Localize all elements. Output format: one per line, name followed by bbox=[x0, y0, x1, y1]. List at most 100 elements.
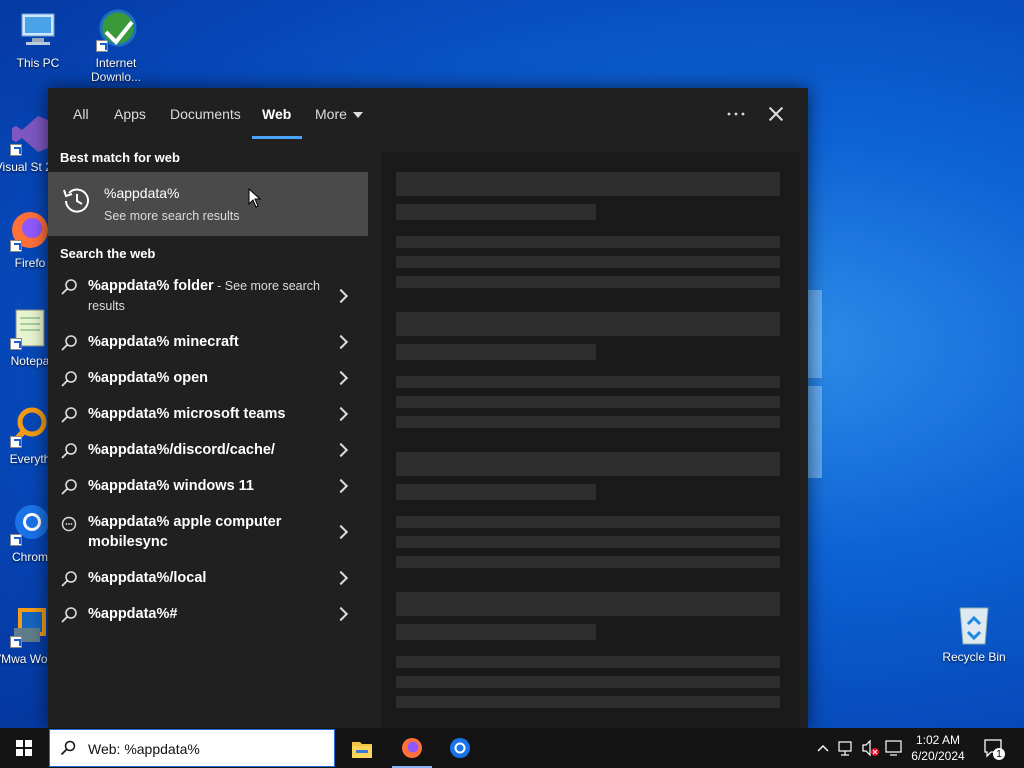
taskbar-search-text: Web: %appdata% bbox=[88, 741, 200, 757]
preview-pane-loading bbox=[382, 152, 800, 728]
loading-placeholder bbox=[396, 312, 780, 336]
search-icon bbox=[61, 279, 77, 295]
chevron-up-icon[interactable] bbox=[814, 728, 832, 768]
chevron-right-icon bbox=[333, 406, 349, 422]
web-result-label: %appdata%/local bbox=[88, 570, 207, 586]
loading-placeholder bbox=[396, 344, 596, 360]
search-icon bbox=[60, 740, 76, 756]
chevron-right-icon bbox=[333, 606, 349, 622]
loading-placeholder bbox=[396, 484, 596, 500]
history-icon bbox=[63, 188, 89, 213]
start-button[interactable] bbox=[0, 728, 48, 768]
web-result-query: %appdata% folder bbox=[88, 278, 214, 294]
folder-icon bbox=[352, 742, 372, 758]
loading-placeholder bbox=[396, 516, 780, 528]
search-icon bbox=[61, 371, 77, 387]
desktop-icon-label: This PC bbox=[16, 56, 60, 70]
windows-logo-icon bbox=[16, 740, 32, 756]
search-tabs: All Apps Documents Web More bbox=[48, 88, 808, 139]
clock-date: 6/20/2024 bbox=[911, 749, 965, 763]
firefox-icon bbox=[402, 738, 422, 758]
close-button[interactable] bbox=[764, 102, 788, 126]
magnifier-icon bbox=[8, 404, 52, 448]
best-match-item[interactable]: %appdata% See more search results bbox=[48, 172, 368, 236]
web-result-label: %appdata% microsoft teams bbox=[88, 406, 286, 422]
loading-placeholder bbox=[396, 236, 780, 248]
chevron-right-icon bbox=[333, 334, 349, 350]
globe-download-icon bbox=[94, 8, 138, 52]
action-center-button[interactable]: 1 bbox=[982, 728, 1006, 768]
loading-placeholder bbox=[396, 172, 780, 196]
web-result-label: %appdata% apple computer mobilesync bbox=[88, 514, 282, 550]
more-options-button[interactable] bbox=[724, 102, 748, 126]
search-icon bbox=[61, 407, 77, 423]
web-result-label: %appdata%# bbox=[88, 606, 178, 622]
desktop-icon-this-pc[interactable]: This PC bbox=[0, 8, 76, 70]
tab-all[interactable]: All bbox=[73, 106, 89, 122]
chevron-right-icon bbox=[333, 288, 349, 304]
loading-placeholder bbox=[396, 592, 780, 616]
web-result-label: %appdata% open bbox=[88, 370, 209, 386]
taskbar-chrome[interactable] bbox=[436, 732, 484, 768]
web-result-row[interactable]: %appdata% windows 11 bbox=[48, 476, 368, 502]
desktop-icon-internet-download-manager[interactable]: Internet Downlo... bbox=[78, 8, 154, 84]
search-panel: All Apps Documents Web More Best match f… bbox=[48, 88, 808, 728]
loading-placeholder bbox=[396, 676, 780, 688]
chevron-right-icon bbox=[333, 478, 349, 494]
chevron-right-icon bbox=[333, 442, 349, 458]
tab-more-label: More bbox=[315, 106, 347, 122]
tab-documents[interactable]: Documents bbox=[170, 106, 241, 122]
computer-icon bbox=[16, 8, 60, 52]
web-result-row[interactable]: %appdata% folder - See more search resul… bbox=[48, 276, 368, 322]
desktop-icon-recycle-bin[interactable]: Recycle Bin bbox=[936, 602, 1012, 664]
loading-placeholder bbox=[396, 656, 780, 668]
taskbar: Web: %appdata% 1:02 AM 6/20/2024 1 bbox=[0, 728, 1024, 768]
loading-placeholder bbox=[396, 624, 596, 640]
taskbar-firefox[interactable] bbox=[388, 732, 436, 768]
vmware-icon bbox=[8, 604, 52, 648]
web-result-row[interactable]: %appdata%/discord/cache/ bbox=[48, 440, 368, 466]
web-result-label: %appdata% minecraft bbox=[88, 334, 239, 350]
web-result-row[interactable]: %appdata% microsoft teams bbox=[48, 404, 368, 430]
caret-down-icon bbox=[352, 112, 363, 119]
web-result-row[interactable]: %appdata% apple computer mobilesync bbox=[48, 512, 368, 556]
web-result-row[interactable]: %appdata% open bbox=[48, 368, 368, 394]
visual-studio-icon bbox=[8, 112, 52, 156]
loading-placeholder bbox=[396, 204, 596, 220]
web-result-row[interactable]: %appdata% minecraft bbox=[48, 332, 368, 358]
taskbar-file-explorer[interactable] bbox=[338, 732, 386, 768]
web-result-row[interactable]: %appdata%# bbox=[48, 604, 368, 630]
volume-muted-icon[interactable] bbox=[860, 728, 880, 768]
loading-placeholder bbox=[396, 696, 780, 708]
best-match-title: %appdata% bbox=[104, 185, 180, 201]
search-icon bbox=[61, 335, 77, 351]
chrome-icon bbox=[450, 738, 470, 758]
chat-icon bbox=[61, 516, 77, 532]
web-result-separator: - bbox=[213, 279, 225, 293]
notification-icon bbox=[984, 739, 1005, 760]
chevron-right-icon bbox=[333, 570, 349, 586]
best-match-heading: Best match for web bbox=[60, 150, 180, 165]
desktop-icon-label: Recycle Bin bbox=[942, 650, 1006, 664]
firefox-icon bbox=[8, 208, 52, 252]
desktop-icon-label: Internet Downlo... bbox=[90, 56, 142, 84]
notepad-icon bbox=[8, 306, 52, 350]
web-result-row[interactable]: %appdata%/local bbox=[48, 568, 368, 594]
network-icon[interactable] bbox=[836, 728, 856, 768]
tab-web[interactable]: Web bbox=[262, 106, 291, 122]
taskbar-clock[interactable]: 1:02 AM 6/20/2024 bbox=[900, 732, 976, 764]
tab-more[interactable]: More bbox=[315, 106, 363, 122]
tab-apps[interactable]: Apps bbox=[114, 106, 146, 122]
web-result-label: %appdata% folder - See more search resul… bbox=[88, 276, 324, 316]
chevron-right-icon bbox=[333, 370, 349, 386]
taskbar-search-box[interactable]: Web: %appdata% bbox=[49, 729, 335, 767]
chrome-icon bbox=[8, 502, 52, 546]
search-icon bbox=[61, 607, 77, 623]
search-icon bbox=[61, 443, 77, 459]
clock-time: 1:02 AM bbox=[915, 733, 961, 747]
notification-count: 1 bbox=[996, 749, 1002, 760]
ellipsis-icon bbox=[727, 112, 745, 116]
loading-placeholder bbox=[396, 396, 780, 408]
loading-placeholder bbox=[396, 452, 780, 476]
loading-placeholder bbox=[396, 536, 780, 548]
